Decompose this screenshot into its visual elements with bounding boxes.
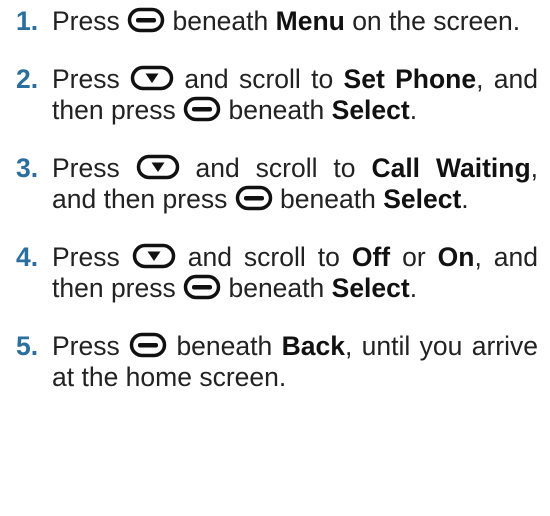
step-text: Press and scroll to Set Phone, and then …: [52, 64, 542, 126]
step-number: 4.: [16, 242, 39, 272]
softkey-button-icon: [129, 332, 167, 358]
step-text: Press and scroll to Off or On, and then …: [52, 242, 542, 304]
step-text-fragment: .: [409, 273, 418, 303]
step-item: 1. Press beneath Menu on the screen.: [8, 6, 542, 37]
step-text-fragment: beneath: [221, 95, 332, 125]
step-number: 3.: [16, 153, 39, 183]
softkey-button-icon: [183, 96, 221, 122]
step-text: Press beneath Back, until you arrive at …: [52, 331, 542, 393]
key-term: Select: [383, 184, 462, 214]
softkey-button-icon: [235, 185, 273, 211]
key-term: Select: [331, 95, 410, 125]
key-term: Menu: [275, 6, 345, 36]
step-text-fragment: .: [409, 95, 418, 125]
key-term: Back: [281, 331, 345, 361]
step-number: 2.: [16, 64, 39, 94]
step-item: 2. Press and scroll to Set Phone, and the…: [8, 64, 542, 126]
step-text: Press and scroll to Call Waiting, and th…: [52, 153, 542, 215]
key-term: Select: [331, 273, 410, 303]
step-text-fragment: and scroll to: [175, 242, 352, 272]
step-text-fragment: and scroll to: [179, 153, 372, 183]
step-text-fragment: beneath: [221, 273, 332, 303]
step-item: 3. Press and scroll to Call Waiting, and …: [8, 153, 542, 215]
step-text: Press beneath Menu on the screen.: [52, 6, 542, 37]
key-term: Call Waiting: [371, 153, 531, 183]
step-item: 4. Press and scroll to Off or On, and the…: [8, 242, 542, 304]
softkey-button-icon: [183, 274, 221, 300]
step-text-fragment: beneath: [165, 6, 276, 36]
step-text-fragment: beneath: [272, 184, 384, 214]
step-text-fragment: or: [390, 242, 438, 272]
down-arrow-button-icon: [136, 154, 180, 180]
down-arrow-button-icon: [130, 65, 174, 91]
step-item: 5. Press beneath Back, until you arrive a…: [8, 331, 542, 393]
key-term: Off: [351, 242, 391, 272]
step-text-fragment: Press: [52, 6, 128, 36]
step-text-fragment: and scroll to: [174, 64, 344, 94]
softkey-button-icon: [127, 7, 165, 33]
instruction-steps: 1. Press beneath Menu on the screen. 2. Pre…: [0, 0, 550, 393]
key-term: Set Phone: [343, 64, 477, 94]
step-text-fragment: Press: [52, 331, 130, 361]
step-number: 5.: [16, 331, 39, 361]
step-text-fragment: Press: [52, 242, 132, 272]
step-text-fragment: .: [461, 184, 469, 214]
step-number: 1.: [16, 6, 39, 36]
step-text-fragment: Press: [52, 64, 131, 94]
step-text-fragment: on the screen.: [344, 6, 521, 36]
step-text-fragment: beneath: [167, 331, 282, 361]
key-term: On: [437, 242, 475, 272]
down-arrow-button-icon: [132, 243, 176, 269]
step-text-fragment: Press: [52, 153, 136, 183]
